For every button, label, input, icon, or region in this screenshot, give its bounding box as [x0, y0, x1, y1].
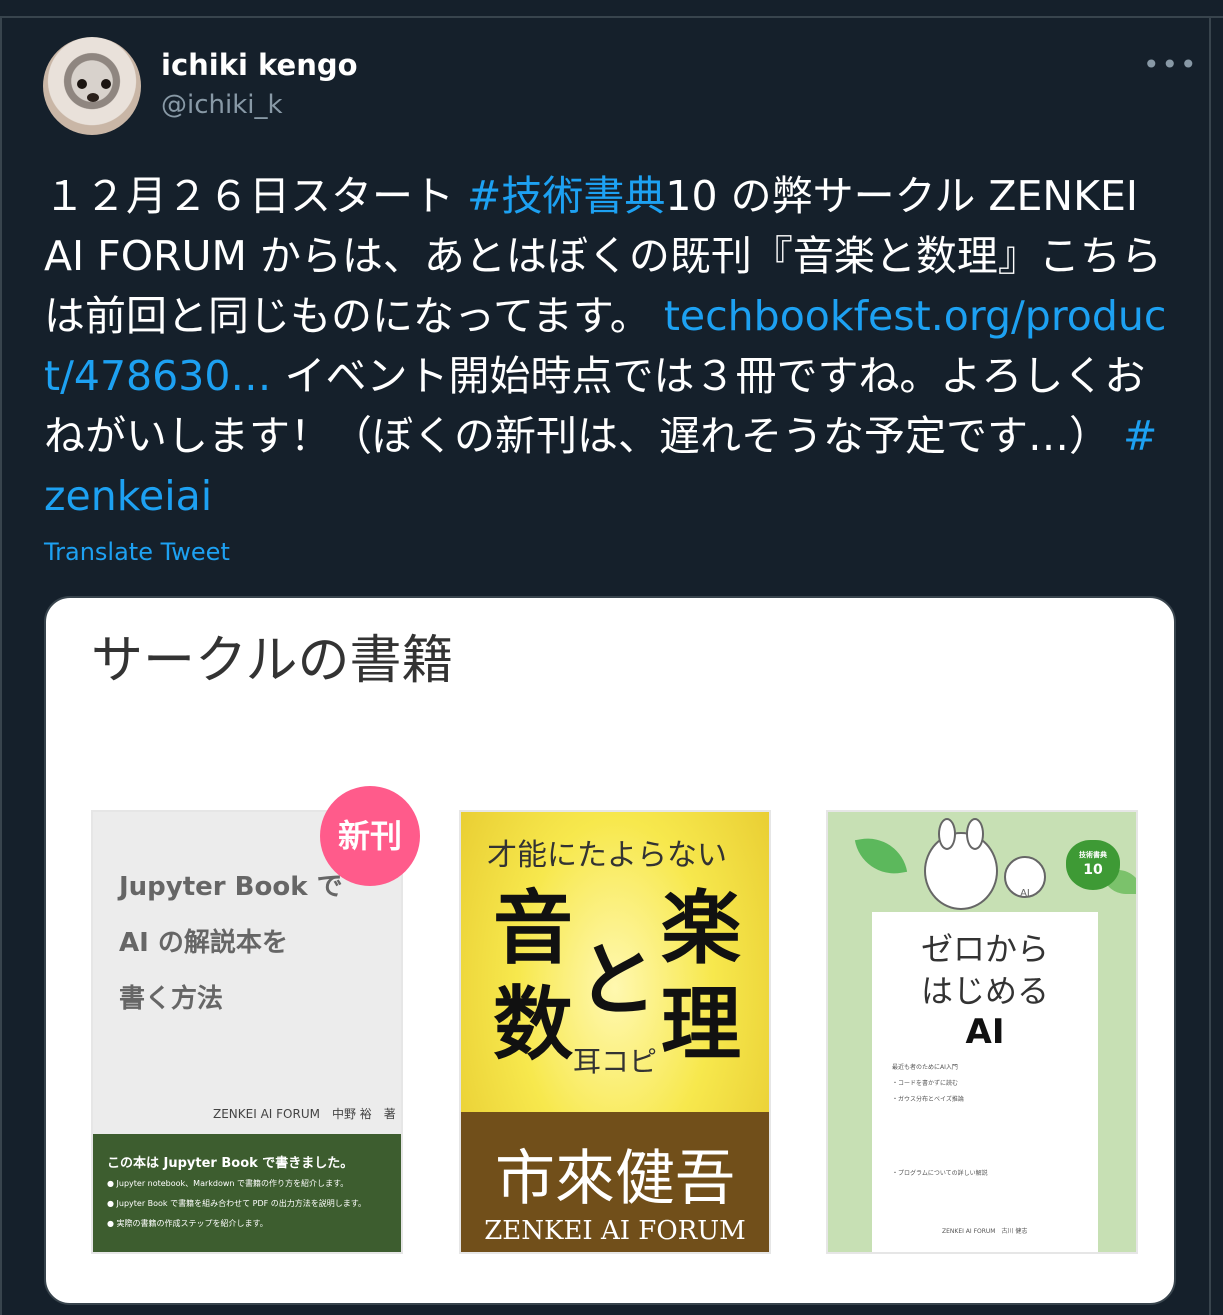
book1-bullet3: ● 実際の書籍の作成ステップを紹介します。: [107, 1219, 268, 1228]
book3-title3: AI: [965, 1012, 1005, 1052]
book1-title-line3: 書く方法: [119, 984, 224, 1014]
book1-author: ZENKEI AI FORUM 中野 裕 著: [213, 1107, 396, 1121]
author-handle[interactable]: @ichiki_k: [161, 90, 283, 120]
book1-title-line2: AI の解説本を: [119, 928, 288, 958]
book3-small1: 最近も者のためにAI入門: [892, 1064, 958, 1071]
book-cover-music-math: 才能にたよらない 音 楽 と 数 理 耳コピ 市來健吾 ZENKEI AI FO…: [459, 810, 771, 1254]
book2-author: 市來健吾: [495, 1144, 735, 1214]
book3-small2: ・コードを書かずに読む: [892, 1080, 959, 1087]
book-cover-zero-ai: AI 技術書典 10 ゼロから はじめる AI 最近も者のためにAI入門 ・コー…: [826, 810, 1138, 1254]
hashtag-techbookfest[interactable]: #技術書典: [467, 172, 665, 220]
robot-icon: AI: [1004, 856, 1046, 899]
book2-forum: ZENKEI AI FORUM: [484, 1216, 746, 1246]
book3-small4: ・プログラムについての詳しい解説: [892, 1170, 988, 1177]
book2-ear-copy: 耳コピ: [573, 1045, 658, 1078]
frame-border-right: [1209, 16, 1211, 1315]
apple-badge-icon: 技術書典 10: [1066, 840, 1120, 890]
author-name[interactable]: ichiki kengo: [161, 48, 358, 82]
leaf-icon: [854, 832, 908, 880]
avatar-eye-right: [101, 79, 111, 89]
new-release-badge: 新刊: [320, 786, 420, 886]
frame-border-left: [0, 16, 2, 1315]
avatar[interactable]: [43, 37, 141, 135]
apple-badge-top: 技術書典: [1079, 851, 1107, 859]
more-horizontal-icon[interactable]: •••: [1143, 50, 1197, 80]
robot-label: AI: [1020, 888, 1030, 899]
book2-bottom-band: 市來健吾 ZENKEI AI FORUM: [461, 1112, 769, 1252]
book1-description: この本は Jupyter Book で書きました。 ● Jupyter note…: [93, 1134, 401, 1252]
bunny-ear-right: [966, 818, 984, 850]
bunny-icon: [924, 818, 998, 910]
book3-small3: ・ガウス分布とベイズ推論: [892, 1096, 964, 1103]
avatar-eye-left: [77, 79, 87, 89]
book1-bullet2: ● Jupyter Book で書籍を組み合わせて PDF の出力方法を説明しま…: [107, 1199, 366, 1208]
translate-tweet-link[interactable]: Translate Tweet: [44, 538, 230, 566]
book3-footer: ZENKEI AI FORUM 古川 健志: [942, 1228, 1028, 1235]
book1-title-line1: Jupyter Book で: [119, 872, 343, 902]
tweet-text-part1: １２月２６日スタート: [44, 172, 468, 220]
book2-char4: 数: [493, 978, 573, 1071]
book3-panel: ゼロから はじめる AI 最近も者のためにAI入門 ・コードを書かずに読む ・ガ…: [872, 912, 1098, 1252]
book2-char3: と: [577, 934, 657, 1027]
book2-char5: 理: [661, 978, 741, 1071]
tweet-text: １２月２６日スタート #技術書典10 の弊サークル ZENKEI AI FORU…: [44, 166, 1174, 526]
book3-title2: はじめる: [920, 972, 1049, 1010]
avatar-nose: [87, 93, 99, 102]
frame-border-top: [0, 16, 1223, 18]
media-card[interactable]: サークルの書籍 Jupyter Book で AI の解説本を 書く方法 ZEN…: [44, 596, 1176, 1305]
bunny-ear-left: [938, 818, 956, 850]
card-title: サークルの書籍: [91, 631, 454, 691]
apple-badge-num: 10: [1083, 862, 1103, 878]
book1-desc-title: この本は Jupyter Book で書きました。: [107, 1156, 354, 1171]
book1-bullet1: ● Jupyter notebook、Markdown で書籍の作り方を紹介しま…: [107, 1179, 349, 1188]
book3-title1: ゼロから: [920, 930, 1049, 968]
